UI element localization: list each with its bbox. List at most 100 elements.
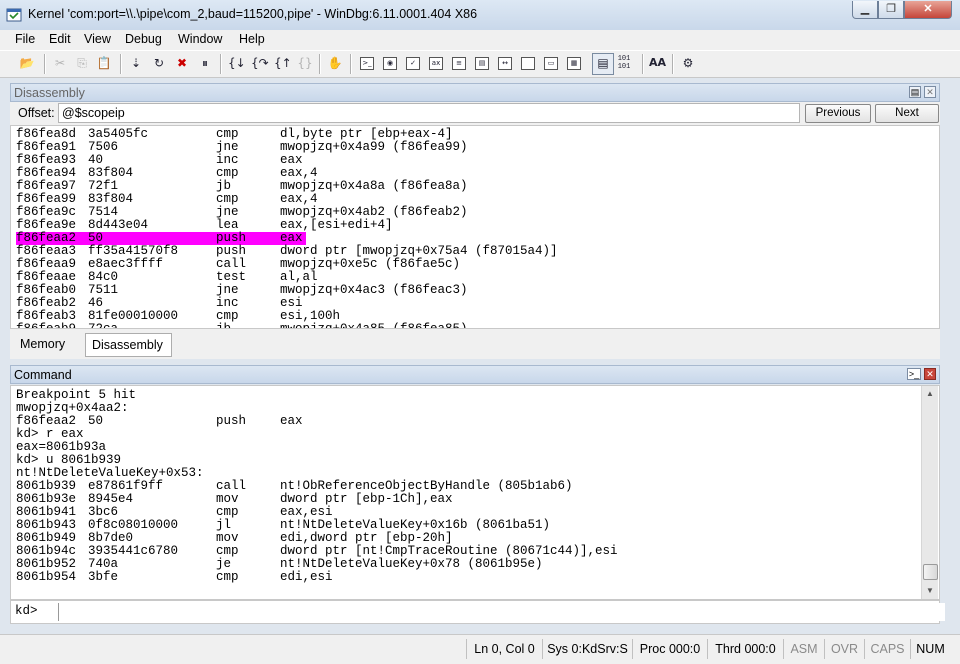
scratch-pad-icon[interactable]: [521, 57, 535, 70]
breakpoint-hand-icon[interactable]: ✋: [327, 55, 343, 71]
operands: esi: [280, 296, 303, 310]
output-text: kd> r eax: [16, 427, 84, 441]
status-bar: Ln 0, Col 0 Sys 0:KdSrv:S Proc 000:0 Thr…: [0, 634, 960, 664]
address: 8061b954: [16, 570, 77, 584]
restart-icon[interactable]: ↻: [151, 55, 167, 71]
scroll-down-icon[interactable]: ▼: [922, 583, 938, 599]
font-icon[interactable]: AA: [649, 55, 666, 71]
operands: nt!NtDeleteValueKey+0x78 (8061b95e): [280, 557, 543, 571]
status-num: NUM: [910, 639, 950, 659]
next-button[interactable]: Next: [875, 104, 939, 123]
operands: dword ptr [nt!CmpTraceRoutine (80671c44)…: [280, 544, 618, 558]
opcode-bytes: 8d443e04: [88, 218, 149, 232]
operands: nt!ObReferenceObjectByHandle (805b1ab6): [280, 479, 573, 493]
run-to-cursor-icon[interactable]: {}: [297, 55, 313, 71]
locals-window-icon[interactable]: ✓: [406, 57, 420, 70]
disassembly-view[interactable]: f86fea8d 3a5405fc cmp dl,byte ptr [ebp+eax-…: [10, 125, 940, 329]
menu-debug[interactable]: Debug: [125, 32, 162, 46]
command-scrollbar[interactable]: ▲ ▼: [921, 386, 938, 599]
registers-window-icon[interactable]: ax: [429, 57, 443, 70]
operands: dl,byte ptr [ebp+eax-4]: [280, 127, 453, 141]
windbg-icon: [6, 8, 22, 22]
output-text: nt!NtDeleteValueKey+0x53:: [16, 466, 204, 480]
status-position: Ln 0, Col 0: [466, 639, 542, 659]
command-prompt-icon[interactable]: >_: [907, 368, 921, 380]
options-window-icon[interactable]: ▦: [567, 57, 581, 70]
scroll-thumb[interactable]: [923, 564, 938, 580]
command-output-line[interactable]: 8061b954 3bfe cmp edi,esi: [16, 571, 618, 584]
output-text: mwopjzq+0x4aa2:: [16, 401, 129, 415]
status-caps: CAPS: [864, 639, 910, 659]
pane-close-icon[interactable]: ✕: [924, 368, 936, 380]
output-text: kd> u 8061b939: [16, 453, 122, 467]
opcode-bytes: 50: [88, 414, 104, 428]
processes-threads-icon[interactable]: ▭: [544, 57, 558, 70]
step-into-icon[interactable]: {↓: [228, 55, 246, 71]
command-output-line[interactable]: f86feaa2 50 push eax: [16, 415, 618, 428]
options-icon[interactable]: ⚙: [680, 55, 696, 71]
menu-bar: File Edit View Debug Window Help: [0, 30, 960, 50]
menu-window[interactable]: Window: [178, 32, 222, 46]
minimize-button[interactable]: ▁: [852, 1, 878, 19]
step-over-icon[interactable]: {↷: [251, 55, 269, 71]
opcode-bytes: 7506: [88, 140, 119, 154]
output-text: eax=8061b93a: [16, 440, 107, 454]
menu-edit[interactable]: Edit: [49, 32, 71, 46]
command-title-bar[interactable]: Command >_ ✕: [10, 365, 940, 384]
menu-view[interactable]: View: [84, 32, 111, 46]
disassembly-title-bar[interactable]: Disassembly ▤ ✕: [10, 83, 940, 102]
command-output[interactable]: Breakpoint 5 hit mwopjzq+0x4aa2: f86feaa2 5…: [10, 385, 940, 600]
operands: al,al: [280, 270, 318, 284]
title-bar[interactable]: Kernel 'com:port=\\.\pipe\com_2,baud=115…: [0, 0, 960, 31]
call-stack-icon[interactable]: ▤: [475, 57, 489, 70]
scroll-up-icon[interactable]: ▲: [922, 386, 938, 402]
open-icon[interactable]: 📂: [19, 55, 35, 71]
tab-disassembly[interactable]: Disassembly: [85, 333, 172, 357]
window-title: Kernel 'com:port=\\.\pipe\com_2,baud=115…: [28, 7, 478, 21]
stop-debugging-icon[interactable]: ✖: [174, 55, 190, 71]
hex-mode-icon[interactable]: 101 101: [616, 55, 632, 71]
status-asm: ASM: [783, 639, 824, 659]
operands: mwopjzq+0x4ac3 (f86feac3): [280, 283, 468, 297]
operands: mwopjzq+0x4ab2 (f86feab2): [280, 205, 468, 219]
operands: eax,4: [280, 192, 318, 206]
pane-close-icon[interactable]: ✕: [924, 86, 936, 98]
offset-input[interactable]: [58, 103, 800, 123]
paste-icon[interactable]: 📋: [96, 55, 112, 71]
restore-button[interactable]: ❐: [878, 1, 904, 19]
offset-label: Offset:: [18, 106, 55, 120]
command-window-icon[interactable]: >_: [360, 57, 374, 70]
operands: eax: [280, 231, 303, 245]
command-input[interactable]: [58, 603, 945, 621]
previous-button[interactable]: Previous: [805, 104, 871, 123]
command-output-line[interactable]: kd> r eax: [16, 428, 618, 441]
operands: eax: [280, 414, 303, 428]
break-icon[interactable]: ⏸: [197, 55, 213, 71]
operands: nt!NtDeleteValueKey+0x16b (8061ba51): [280, 518, 551, 532]
menu-help[interactable]: Help: [239, 32, 265, 46]
go-icon[interactable]: ⇣: [128, 55, 144, 71]
copy-icon[interactable]: ⎘: [74, 55, 90, 71]
pane-menu-icon[interactable]: ▤: [909, 86, 921, 98]
tab-memory[interactable]: Memory: [14, 333, 80, 357]
command-prompt-label: kd>: [15, 604, 38, 618]
operands: eax,4: [280, 166, 318, 180]
step-out-icon[interactable]: {↑: [274, 55, 292, 71]
command-title: Command: [14, 368, 72, 382]
mnemonic: push: [216, 414, 247, 428]
operands: edi,esi: [280, 570, 333, 584]
cut-icon[interactable]: ✂: [52, 55, 68, 71]
opcode-bytes: 3bfe: [88, 570, 119, 584]
memory-window-icon[interactable]: ≡: [452, 57, 466, 70]
status-thrd: Thrd 000:0: [707, 639, 783, 659]
operands: esi,100h: [280, 309, 341, 323]
source-mode-icon[interactable]: ▤: [595, 55, 611, 71]
disassembly-title: Disassembly: [14, 86, 85, 100]
disassembly-window-icon[interactable]: ↔: [498, 57, 512, 70]
output-text: Breakpoint 5 hit: [16, 388, 137, 402]
operands: dword ptr [mwopjzq+0x75a4 (f87015a4)]: [280, 244, 558, 258]
menu-file[interactable]: File: [15, 32, 35, 46]
close-button[interactable]: ✕: [904, 1, 952, 19]
command-output-line[interactable]: mwopjzq+0x4aa2:: [16, 402, 618, 415]
watch-window-icon[interactable]: ◉: [383, 57, 397, 70]
